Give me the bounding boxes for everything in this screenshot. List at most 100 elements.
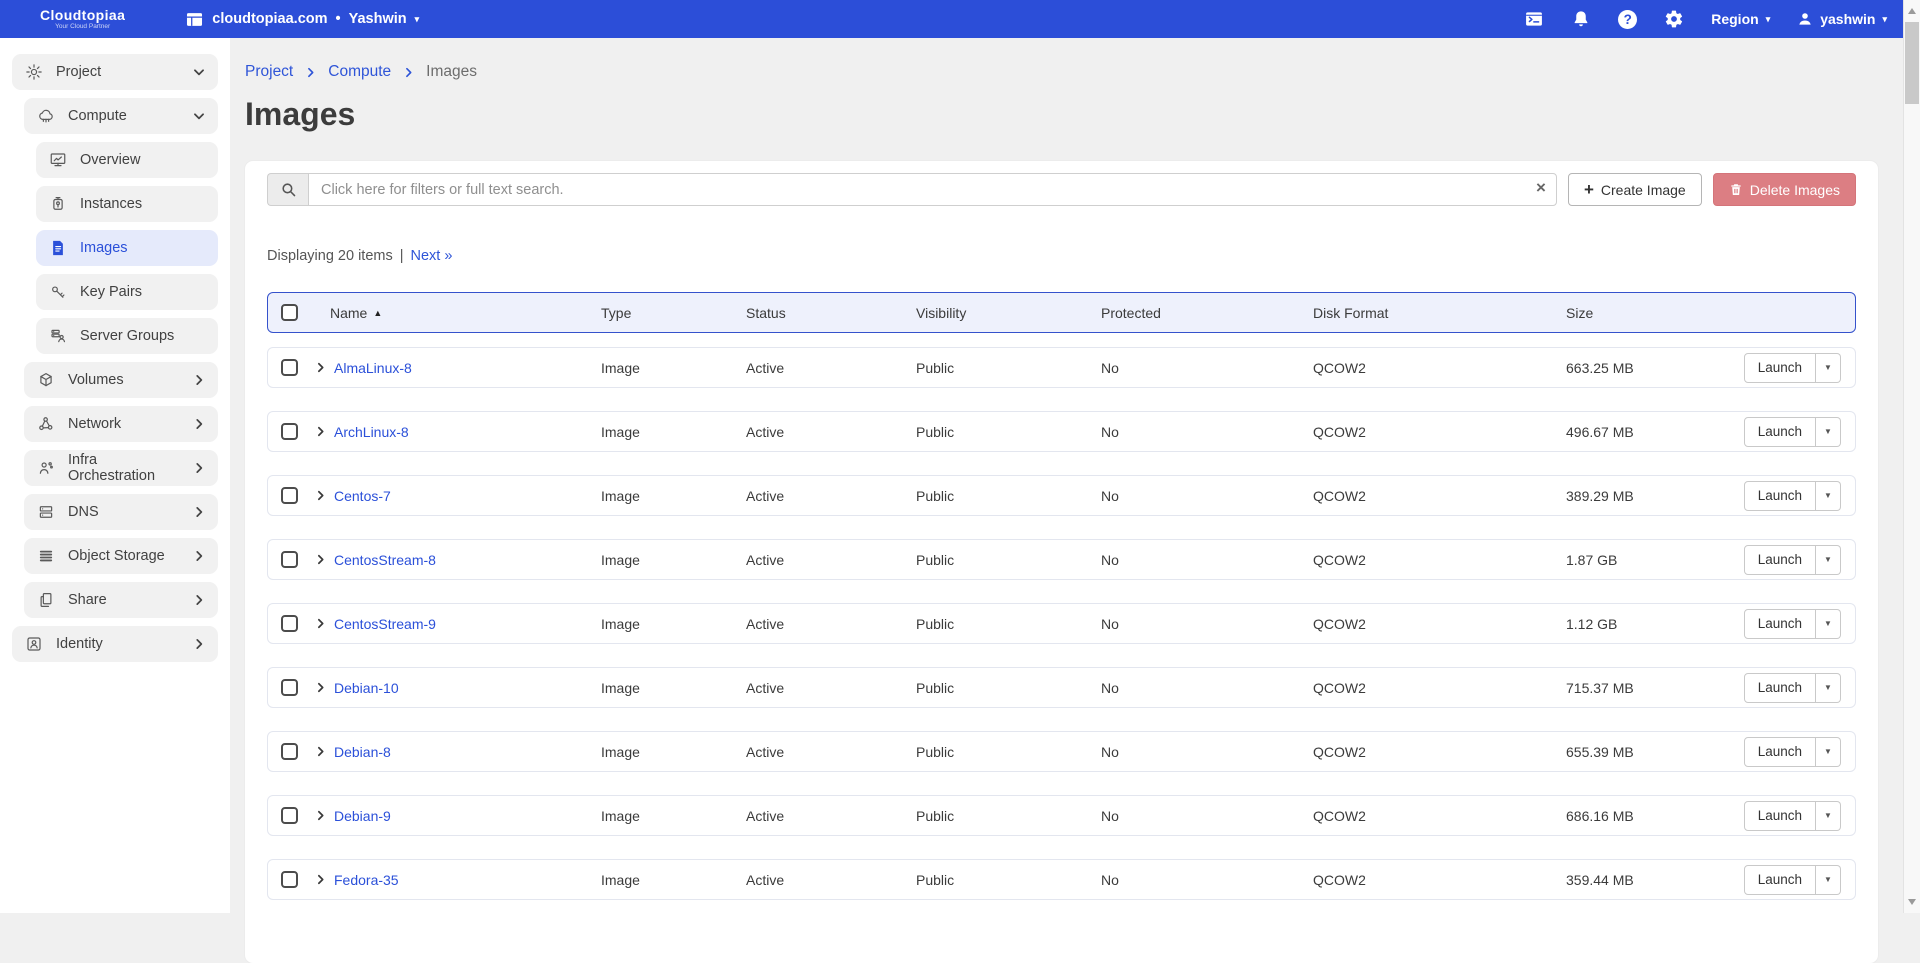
row-expander-icon[interactable]	[314, 873, 327, 886]
launch-dropdown-toggle[interactable]: ▼	[1816, 545, 1841, 575]
console-icon[interactable]	[1524, 9, 1544, 29]
search-input[interactable]	[308, 173, 1557, 206]
image-name-link[interactable]: CentosStream-9	[334, 616, 436, 632]
row-checkbox[interactable]	[281, 743, 298, 760]
sidebar-item-label: Instances	[80, 196, 142, 212]
scrollbar-up-arrow[interactable]	[1904, 2, 1920, 20]
breadcrumb-link-project[interactable]: Project	[245, 63, 293, 81]
row-checkbox[interactable]	[281, 551, 298, 568]
sidebar-item-dns[interactable]: DNS	[24, 494, 218, 530]
user-menu[interactable]: yashwin ▾	[1797, 11, 1887, 27]
brand-name: Cloudtopiaa	[40, 8, 125, 22]
image-name-link[interactable]: ArchLinux-8	[334, 424, 409, 440]
row-checkbox[interactable]	[281, 487, 298, 504]
sidebar-item-server-groups[interactable]: Server Groups	[36, 318, 218, 354]
sidebar-item-volumes[interactable]: Volumes	[24, 362, 218, 398]
bell-icon[interactable]	[1571, 9, 1591, 29]
launch-dropdown-toggle[interactable]: ▼	[1816, 353, 1841, 383]
sidebar-item-compute[interactable]: Compute	[24, 98, 218, 134]
row-checkbox[interactable]	[281, 807, 298, 824]
sidebar-item-infra-orchestration[interactable]: Infra Orchestration	[24, 450, 218, 486]
image-name-link[interactable]: Debian-10	[334, 680, 399, 696]
next-page-link[interactable]: Next »	[411, 248, 453, 264]
project-context-switcher[interactable]: cloudtopiaa.com • Yashwin ▾	[185, 10, 419, 29]
launch-dropdown-toggle[interactable]: ▼	[1816, 865, 1841, 895]
breadcrumb-link-compute[interactable]: Compute	[328, 63, 391, 81]
row-expander-icon[interactable]	[314, 489, 327, 502]
size-cell: 715.37 MB	[1566, 680, 1736, 696]
row-checkbox[interactable]	[281, 871, 298, 888]
sidebar-item-network[interactable]: Network	[24, 406, 218, 442]
launch-button[interactable]: Launch	[1744, 801, 1816, 831]
launch-button[interactable]: Launch	[1744, 865, 1816, 895]
column-header-type[interactable]: Type	[601, 305, 746, 321]
size-cell: 496.67 MB	[1566, 424, 1736, 440]
scrollbar-down-arrow[interactable]	[1904, 893, 1920, 911]
column-header-protected[interactable]: Protected	[1101, 305, 1313, 321]
image-name-link[interactable]: Centos-7	[334, 488, 391, 504]
row-expander-icon[interactable]	[314, 425, 327, 438]
image-name-link[interactable]: Debian-8	[334, 744, 391, 760]
caret-down-icon: ▼	[1824, 811, 1832, 820]
column-header-name[interactable]: Name ▲	[314, 305, 601, 321]
launch-button[interactable]: Launch	[1744, 673, 1816, 703]
launch-dropdown-toggle[interactable]: ▼	[1816, 801, 1841, 831]
table-row: AlmaLinux-8ImageActivePublicNoQCOW2663.2…	[267, 347, 1856, 388]
clear-search-icon[interactable]: ×	[1536, 179, 1546, 196]
scrollbar-thumb[interactable]	[1905, 22, 1919, 104]
image-name-link[interactable]: Debian-9	[334, 808, 391, 824]
visibility-cell: Public	[916, 488, 1101, 504]
row-expander-icon[interactable]	[314, 361, 327, 374]
row-checkbox[interactable]	[281, 359, 298, 376]
protected-cell: No	[1101, 360, 1313, 376]
launch-button[interactable]: Launch	[1744, 417, 1816, 447]
launch-dropdown-toggle[interactable]: ▼	[1816, 737, 1841, 767]
create-image-button[interactable]: + Create Image	[1568, 173, 1702, 206]
launch-dropdown-toggle[interactable]: ▼	[1816, 417, 1841, 447]
delete-images-button[interactable]: Delete Images	[1713, 173, 1856, 206]
row-expander-icon[interactable]	[314, 553, 327, 566]
row-expander-icon[interactable]	[314, 809, 327, 822]
row-expander-icon[interactable]	[314, 617, 327, 630]
image-name-link[interactable]: CentosStream-8	[334, 552, 436, 568]
sidebar-item-images[interactable]: Images	[36, 230, 218, 266]
help-icon[interactable]: ?	[1618, 10, 1637, 29]
sidebar-item-share[interactable]: Share	[24, 582, 218, 618]
column-header-size[interactable]: Size	[1566, 305, 1736, 321]
launch-button[interactable]: Launch	[1744, 737, 1816, 767]
launch-dropdown-toggle[interactable]: ▼	[1816, 609, 1841, 639]
column-header-disk-format[interactable]: Disk Format	[1313, 305, 1566, 321]
settings-gear-icon[interactable]	[1664, 9, 1684, 29]
row-checkbox[interactable]	[281, 615, 298, 632]
launch-button[interactable]: Launch	[1744, 481, 1816, 511]
sidebar-item-overview[interactable]: Overview	[36, 142, 218, 178]
column-header-status[interactable]: Status	[746, 305, 916, 321]
search-icon[interactable]	[267, 173, 308, 206]
launch-dropdown-toggle[interactable]: ▼	[1816, 673, 1841, 703]
launch-button[interactable]: Launch	[1744, 545, 1816, 575]
size-cell: 663.25 MB	[1566, 360, 1736, 376]
sidebar-item-object-storage[interactable]: Object Storage	[24, 538, 218, 574]
brand-logo[interactable]: Cloudtopiaa Your Cloud Partner	[40, 8, 125, 31]
select-all-checkbox[interactable]	[281, 304, 298, 321]
sidebar-item-instances[interactable]: Instances	[36, 186, 218, 222]
sidebar-item-key-pairs[interactable]: Key Pairs	[36, 274, 218, 310]
caret-down-icon: ▼	[1824, 875, 1832, 884]
launch-button[interactable]: Launch	[1744, 353, 1816, 383]
region-menu[interactable]: Region ▾	[1711, 11, 1770, 27]
row-checkbox[interactable]	[281, 679, 298, 696]
sidebar-item-identity[interactable]: Identity	[12, 626, 218, 662]
sidebar-item-project[interactable]: Project	[12, 54, 218, 90]
image-name-link[interactable]: AlmaLinux-8	[334, 360, 412, 376]
launch-button[interactable]: Launch	[1744, 609, 1816, 639]
row-expander-icon[interactable]	[314, 681, 327, 694]
table-row: Debian-8ImageActivePublicNoQCOW2655.39 M…	[267, 731, 1856, 772]
column-header-visibility[interactable]: Visibility	[916, 305, 1101, 321]
image-name-link[interactable]: Fedora-35	[334, 872, 399, 888]
context-project: Yashwin	[349, 11, 407, 27]
row-expander-icon[interactable]	[314, 745, 327, 758]
person-gear-icon	[36, 458, 56, 478]
launch-dropdown-toggle[interactable]: ▼	[1816, 481, 1841, 511]
row-checkbox[interactable]	[281, 423, 298, 440]
sidebar-item-label: Identity	[56, 636, 103, 652]
